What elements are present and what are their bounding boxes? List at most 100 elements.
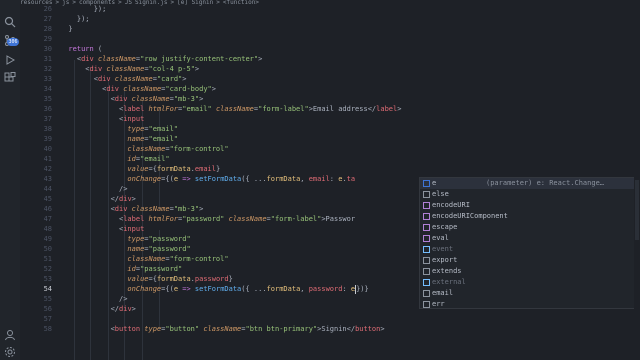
word-symbol-icon <box>423 301 430 308</box>
code-token: type <box>140 325 162 333</box>
code-token: setFormData <box>190 285 242 293</box>
code-line[interactable]: <label htmlFor="password" className="for… <box>60 214 355 224</box>
suggestion-item[interactable]: err <box>420 299 639 310</box>
suggestion-detail: (parameter) e: React.Change… <box>486 179 605 187</box>
code-line[interactable]: <div className="card-body"> <box>60 84 216 94</box>
code-token: className <box>119 85 162 93</box>
code-token: "form-label" <box>270 215 322 223</box>
code-token: }); <box>60 5 107 13</box>
code-line[interactable]: }); <box>60 14 90 24</box>
code-token: div <box>97 75 111 83</box>
code-line[interactable]: type="email" <box>60 124 178 134</box>
code-token: > <box>211 85 216 93</box>
line-number: 42 <box>43 165 52 173</box>
code-line[interactable]: </div> <box>60 194 136 204</box>
code-line[interactable]: /> <box>60 294 127 304</box>
code-token: "email" <box>148 135 179 143</box>
code-token: } <box>60 25 73 33</box>
code-token: className <box>127 205 170 213</box>
suggestion-label: extends <box>432 267 462 275</box>
code-token: value <box>60 275 149 283</box>
code-line[interactable]: <div className="row justify-content-cent… <box>60 54 263 64</box>
suggestion-item[interactable]: eval <box>420 233 639 244</box>
code-token: </ <box>60 195 120 203</box>
code-token: name <box>60 245 145 253</box>
suggestion-item[interactable]: e (parameter) e: React.Change… <box>420 178 639 189</box>
code-token: label <box>123 215 145 223</box>
code-line[interactable]: return ( <box>60 44 102 54</box>
code-line[interactable]: } <box>60 24 73 34</box>
code-token: "password" <box>182 215 225 223</box>
code-line[interactable]: onChange={(e => setFormData({ ...formDat… <box>60 284 369 294</box>
code-line[interactable]: <div className="mb-3"> <box>60 94 204 104</box>
autocomplete-suggest-widget[interactable]: e (parameter) e: React.Change… else encodeU… <box>419 177 640 309</box>
keyword-symbol-icon <box>423 268 430 275</box>
code-token: => <box>178 285 191 293</box>
code-line[interactable]: className="form-control" <box>60 144 228 154</box>
code-line[interactable]: <label htmlFor="email" className="form-l… <box>60 104 401 114</box>
code-token: div <box>119 195 132 203</box>
code-line[interactable]: }); <box>60 4 107 14</box>
line-number: 46 <box>43 205 52 213</box>
code-token: /> <box>60 295 128 303</box>
code-token: }); <box>60 15 90 23</box>
code-token: > <box>380 325 385 333</box>
code-token: : <box>342 285 351 293</box>
line-number: 55 <box>43 295 52 303</box>
code-line[interactable]: </div> <box>60 304 136 314</box>
code-line[interactable]: onChange={(e => setFormData({ ...formDat… <box>60 174 355 184</box>
code-token: "form-label" <box>258 105 309 113</box>
line-number: 29 <box>43 35 52 43</box>
code-token: , <box>300 175 309 183</box>
code-token: className <box>60 145 166 153</box>
code-line[interactable]: <input <box>60 114 144 124</box>
suggestion-item[interactable]: event <box>420 244 639 255</box>
code-line[interactable]: value={formData.password} <box>60 274 232 284</box>
account-icon[interactable] <box>4 329 16 341</box>
suggestion-item[interactable]: email <box>420 288 639 299</box>
code-line[interactable]: name="email" <box>60 134 178 144</box>
code-token: ({ ... <box>241 285 267 293</box>
line-number: 27 <box>43 15 52 23</box>
line-number: 31 <box>43 55 52 63</box>
code-line[interactable]: name="password" <box>60 244 190 254</box>
code-token: email <box>308 175 330 183</box>
code-line[interactable]: id="email" <box>60 154 169 164</box>
code-token: className <box>211 105 254 113</box>
run-debug-icon[interactable] <box>4 54 16 66</box>
line-number: 54 <box>43 285 52 293</box>
word-symbol-icon <box>423 290 430 297</box>
suggestion-item[interactable]: export <box>420 255 639 266</box>
code-token: "password" <box>148 235 191 243</box>
code-line[interactable]: value={formData.email} <box>60 164 220 174</box>
code-line[interactable]: <div className="card"> <box>60 74 187 84</box>
code-line[interactable]: <button type="button" className="btn btn… <box>60 324 385 334</box>
code-line[interactable]: type="password" <box>60 234 191 244</box>
suggestion-item[interactable]: else <box>420 189 639 200</box>
code-line[interactable]: <input <box>60 224 144 234</box>
suggestion-item[interactable]: encodeURIComponent <box>420 211 639 222</box>
code-line[interactable]: <div className="col-4 p-5"> <box>60 64 199 74</box>
code-token: "card-body" <box>165 85 212 93</box>
code-token: id <box>60 155 136 163</box>
line-number: 39 <box>43 135 52 143</box>
extensions-icon[interactable] <box>4 72 16 84</box>
suggestion-item[interactable]: extends <box>420 266 639 277</box>
search-icon[interactable] <box>4 16 16 28</box>
code-token: div <box>119 305 132 313</box>
editor-scrollbar[interactable] <box>634 0 640 360</box>
code-line[interactable]: /> <box>60 184 127 194</box>
scroll-thumb[interactable] <box>635 180 639 240</box>
code-line[interactable]: id="password" <box>60 264 182 274</box>
code-line[interactable]: className="form-control" <box>60 254 228 264</box>
settings-gear-icon[interactable] <box>4 346 16 358</box>
suggestion-item[interactable]: escape <box>420 222 639 233</box>
code-token: password <box>308 285 343 293</box>
line-number: 48 <box>43 225 52 233</box>
suggestion-item[interactable]: encodeURI <box>420 200 639 211</box>
code-token: htmlFor <box>144 105 179 113</box>
code-line[interactable]: <div className="mb-3"> <box>60 204 204 214</box>
suggestion-item[interactable]: external <box>420 277 639 288</box>
code-token: password <box>194 275 229 283</box>
code-token: ={ <box>148 275 157 283</box>
